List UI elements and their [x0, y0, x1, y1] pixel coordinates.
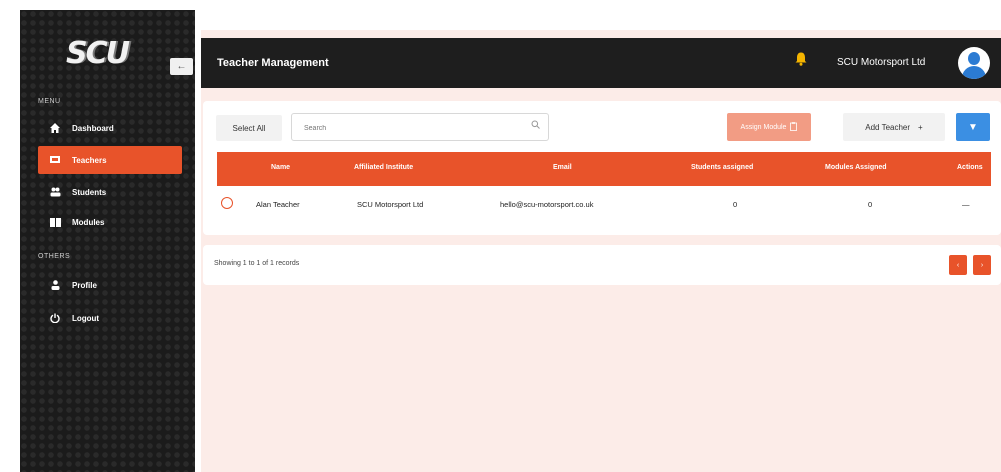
assign-module-button[interactable]: Assign Module	[727, 113, 811, 141]
add-teacher-button[interactable]: Add Teacher +	[843, 113, 945, 141]
cell-actions[interactable]: —	[962, 200, 970, 209]
org-name[interactable]: SCU Motorsport Ltd	[837, 57, 925, 68]
sidebar-item-label: Logout	[72, 313, 100, 323]
row-select-radio[interactable]	[221, 197, 233, 209]
bell-icon[interactable]	[795, 52, 807, 69]
avatar-head	[968, 52, 980, 65]
users-icon	[48, 187, 62, 197]
page-title: Teacher Management	[217, 57, 329, 69]
table-header: Name Affiliated Institute Email Students…	[217, 152, 991, 186]
column-header-name[interactable]: Name	[271, 164, 290, 171]
search-input[interactable]	[302, 120, 526, 136]
top-bar: Teacher Management SCU Motorsport Ltd	[201, 38, 1001, 88]
avatar[interactable]	[958, 47, 990, 79]
add-teacher-label: Add Teacher	[865, 122, 911, 132]
sidebar-item-label: Modules	[72, 217, 105, 227]
search-box	[291, 113, 549, 141]
cell-institute: SCU Motorsport Ltd	[357, 200, 424, 209]
records-summary: Showing 1 to 1 of 1 records	[214, 260, 300, 267]
column-header-institute[interactable]: Affiliated Institute	[354, 164, 413, 171]
others-heading: OTHERS	[38, 253, 71, 260]
brand-logo: SCU	[66, 35, 130, 71]
next-page-button[interactable]: ›	[973, 255, 991, 275]
teachers-card: Select All Assign Module Add Teacher + ▼…	[203, 101, 1001, 235]
sidebar-item-students[interactable]: Students	[38, 178, 182, 206]
sidebar-item-profile[interactable]: Profile	[38, 271, 182, 299]
select-all-button[interactable]: Select All	[216, 115, 282, 141]
column-header-email[interactable]: Email	[553, 164, 572, 171]
filter-icon: ▼	[968, 121, 978, 133]
sidebar: SCU ← MENU Dashboard Teachers Students M…	[20, 10, 195, 472]
pagination-card: Showing 1 to 1 of 1 records ‹ ›	[203, 245, 1001, 285]
menu-heading: MENU	[38, 98, 61, 105]
sidebar-item-label: Teachers	[72, 155, 107, 165]
column-header-students[interactable]: Students assigned	[691, 164, 753, 171]
sidebar-item-dashboard[interactable]: Dashboard	[38, 114, 182, 142]
sidebar-item-modules[interactable]: Modules	[38, 208, 182, 236]
search-icon[interactable]	[531, 120, 540, 131]
book-icon	[48, 217, 62, 227]
sidebar-item-label: Profile	[72, 280, 97, 290]
cell-students: 0	[733, 200, 738, 209]
sidebar-item-label: Dashboard	[72, 123, 114, 133]
prev-page-button[interactable]: ‹	[949, 255, 967, 275]
sidebar-item-teachers[interactable]: Teachers	[38, 146, 182, 174]
power-icon	[48, 313, 62, 323]
teacher-icon	[48, 155, 62, 165]
sidebar-collapse-button[interactable]: ←	[170, 58, 193, 75]
sidebar-item-logout[interactable]: Logout	[38, 304, 182, 332]
person-icon	[48, 280, 62, 290]
table-row[interactable]: Alan Teacher SCU Motorsport Ltd hello@sc…	[217, 189, 991, 221]
filter-button[interactable]: ▼	[956, 113, 990, 141]
sidebar-item-label: Students	[72, 187, 107, 197]
assign-module-label: Assign Module	[740, 123, 787, 131]
avatar-body	[962, 66, 986, 79]
plus-icon: +	[918, 122, 923, 132]
column-header-modules[interactable]: Modules Assigned	[825, 164, 887, 171]
column-header-actions: Actions	[957, 164, 983, 171]
cell-email: hello@scu-motorsport.co.uk	[500, 200, 594, 209]
clipboard-icon	[790, 121, 798, 133]
home-icon	[48, 123, 62, 133]
cell-name: Alan Teacher	[256, 200, 300, 209]
cell-modules: 0	[868, 200, 873, 209]
